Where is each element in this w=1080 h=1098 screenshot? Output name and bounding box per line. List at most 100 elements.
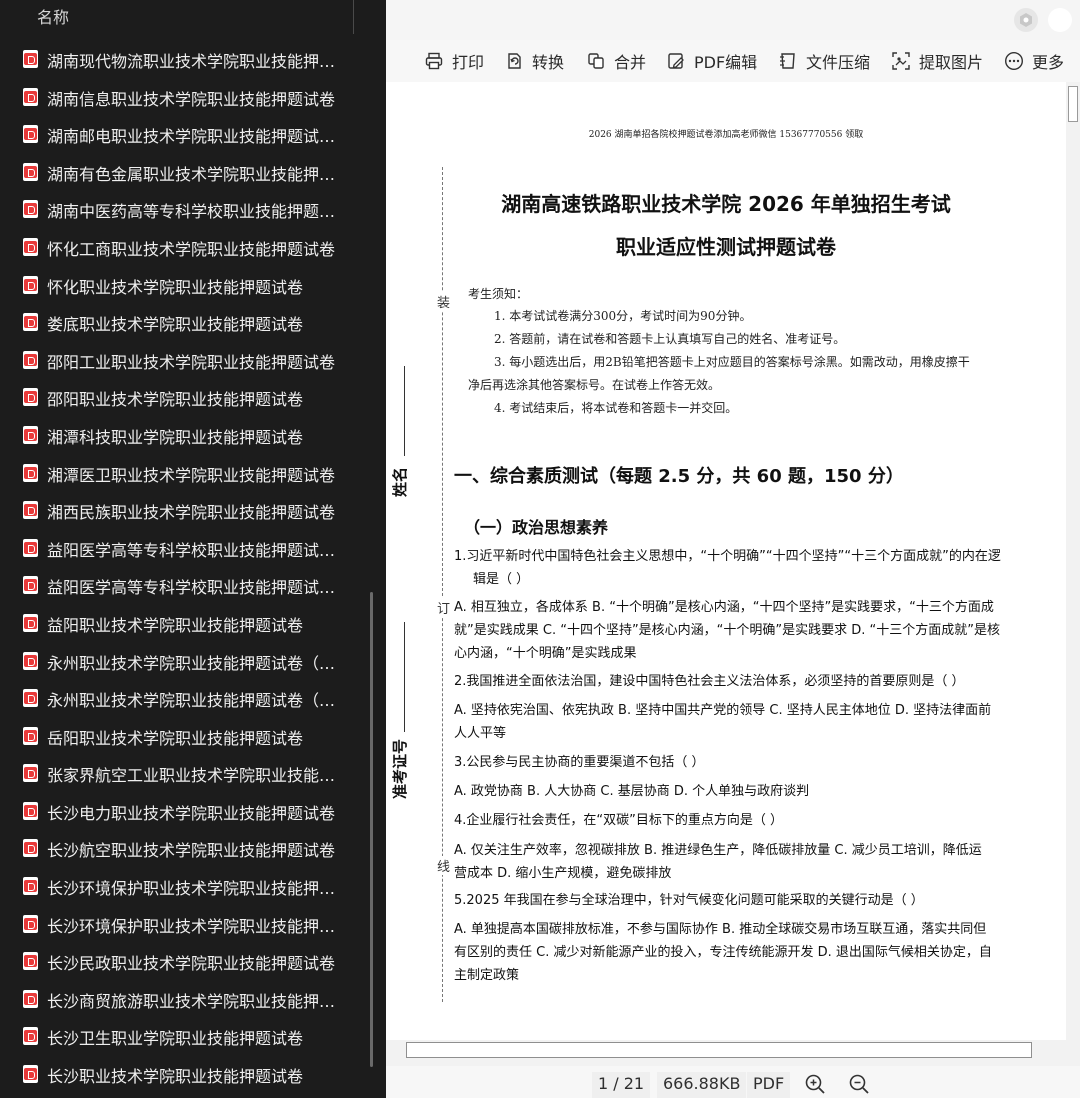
pdf-file-icon [23, 839, 38, 858]
question-4-options: A. 仅关注生产效率，忽视碳排放 B. 推进绿色生产，降低碳排放量 C. 减少员… [454, 843, 982, 858]
merge-label: 合并 [614, 53, 647, 72]
extract-image-icon [892, 52, 910, 70]
question-5-options: A. 单独提高本国碳排放标准，不参与国际协作 B. 推动全球碳交易市场互联互通，… [454, 922, 987, 937]
pdf-edit-icon [668, 53, 684, 69]
notice-item: 净后再选涂其他答案标号。在试卷上作答无效。 [468, 378, 721, 392]
file-list-item[interactable]: 益阳职业技术学院职业技能押题试卷 [0, 604, 370, 642]
page-header-note: 2026 湖南单招各院校押题试卷添加高老师微信 15367770556 领取 [588, 130, 864, 140]
pdf-file-icon [23, 764, 38, 783]
subsection-heading: （一）政治思想素养 [464, 518, 609, 537]
file-list-item[interactable]: 长沙环境保护职业技术学院职业技能押题... [0, 905, 370, 943]
file-format: PDF [747, 1072, 791, 1098]
convert-button[interactable]: 转换 [504, 49, 564, 73]
file-list-item[interactable]: 益阳医学高等专科学校职业技能押题试卷... [0, 529, 370, 567]
file-list-item[interactable]: 湖南信息职业技术学院职业技能押题试卷 [0, 78, 370, 116]
file-name: 邵阳工业职业技术学院职业技能押题试卷 [47, 352, 336, 372]
question-1-cont: 辑是（ ） [473, 572, 530, 587]
file-name: 益阳职业技术学院职业技能押题试卷 [47, 615, 304, 635]
gutter-mark-zhuang: 装 [437, 292, 451, 311]
page-indicator[interactable]: 1 / 21 [592, 1072, 651, 1098]
file-list-item[interactable]: 永州职业技术学院职业技能押题试卷（中... [0, 679, 370, 717]
user-avatar[interactable] [1048, 8, 1072, 32]
notice-item: 4. 考试结束后，将本试卷和答题卡一并交回。 [494, 401, 738, 415]
notice-item: 3. 每小题选出后，用2B铅笔把答题卡上对应题目的答案标号涂黑。如需改动，用橡皮… [494, 355, 970, 369]
question-1: 1.习近平新时代中国特色社会主义思想中，“十个明确”“十四个坚持”“十三个方面成… [454, 549, 1001, 564]
file-name: 长沙民政职业技术学院职业技能押题试卷 [47, 954, 336, 974]
question-2-options: A. 坚持依宪治国、依宪执政 B. 坚持中国共产党的领导 C. 坚持人民主体地位… [454, 703, 992, 718]
file-list-item[interactable]: 湖南有色金属职业技术学院职业技能押题... [0, 153, 370, 191]
file-name: 永州职业技术学院职业技能押题试卷（普... [47, 653, 347, 673]
question-1-options-cont: 心内涵，“十个明确”是实践成果 [454, 646, 637, 661]
pdf-file-icon [23, 388, 38, 407]
file-name: 长沙环境保护职业技术学院职业技能押题... [47, 879, 347, 899]
column-divider[interactable] [353, 0, 354, 34]
file-name: 岳阳职业技术学院职业技能押题试卷 [47, 728, 304, 748]
notice-item: 2. 答题前，请在试卷和答题卡上认真填写自己的姓名、准考证号。 [494, 332, 846, 346]
file-list-item[interactable]: 邵阳工业职业技术学院职业技能押题试卷 [0, 341, 370, 379]
file-name: 邵阳职业技术学院职业技能押题试卷 [47, 390, 304, 410]
file-list-scrollbar[interactable] [370, 592, 373, 1067]
file-list-item[interactable]: 湘潭科技职业学院职业技能押题试卷 [0, 416, 370, 454]
gutter-mark-ding: 订 [437, 598, 451, 617]
file-list-item[interactable]: 永州职业技术学院职业技能押题试卷（普... [0, 642, 370, 680]
horizontal-scrollbar[interactable] [406, 1042, 1032, 1058]
sort-indicator-icon: ^ [186, 0, 195, 6]
file-list-item[interactable]: 娄底职业技术学院职业技能押题试卷 [0, 303, 370, 341]
convert-label: 转换 [532, 53, 565, 72]
merge-button[interactable]: 合并 [586, 49, 646, 73]
extract-images-button[interactable]: 提取图片 [891, 49, 983, 73]
pdf-edit-button[interactable]: PDF编辑 [666, 49, 757, 73]
printer-icon [425, 52, 443, 70]
name-underline [404, 366, 405, 456]
zoom-in-icon[interactable] [804, 1073, 826, 1095]
file-name: 怀化工商职业技术学院职业技能押题试卷 [47, 239, 336, 259]
compress-button[interactable]: 文件压缩 [778, 49, 870, 73]
file-list-item[interactable]: 长沙航空职业技术学院职业技能押题试卷 [0, 829, 370, 867]
vertical-scrollbar-thumb[interactable] [1068, 86, 1078, 122]
document-canvas[interactable]: 2026 湖南单招各院校押题试卷添加高老师微信 15367770556 领取 湖… [386, 82, 1080, 1040]
file-list-item[interactable]: 湖南邮电职业技术学院职业技能押题试卷... [0, 115, 370, 153]
zoom-out-icon[interactable] [848, 1073, 870, 1095]
file-list-item[interactable]: 湘西民族职业技术学院职业技能押题试卷 [0, 491, 370, 529]
file-list-item[interactable]: 长沙民政职业技术学院职业技能押题试卷 [0, 942, 370, 980]
pdf-file-icon [23, 125, 38, 144]
print-label: 打印 [452, 53, 485, 72]
file-list-item[interactable]: 长沙卫生职业学院职业技能押题试卷 [0, 1017, 370, 1055]
pdf-file-icon [23, 275, 38, 294]
question-2: 2.我国推进全面依法治国，建设中国特色社会主义法治体系，必须坚持的首要原则是（ … [454, 674, 965, 689]
file-name: 长沙航空职业技术学院职业技能押题试卷 [47, 841, 336, 861]
pdf-file-icon [23, 350, 38, 369]
more-button[interactable]: 更多 [1004, 49, 1064, 73]
print-button[interactable]: 打印 [424, 49, 484, 73]
pdf-file-icon [23, 313, 38, 332]
question-5: 5.2025 年我国在参与全球治理中，针对气候变化问题可能采取的关键行动是（ ） [454, 893, 924, 908]
file-list-item[interactable]: 长沙商贸旅游职业技术学院职业技能押题... [0, 980, 370, 1018]
pdf-viewer: 打印 转换 合并 PDF编辑 文件压缩 提取图片 更多 2026 湖南单招各院校… [386, 0, 1080, 1098]
pdf-file-icon [23, 463, 38, 482]
file-list-item[interactable]: 怀化工商职业技术学院职业技能押题试卷 [0, 228, 370, 266]
file-list-item[interactable]: 长沙电力职业技术学院职业技能押题试卷 [0, 792, 370, 830]
pdf-file-icon [23, 425, 38, 444]
file-list-item[interactable]: 长沙职业技术学院职业技能押题试卷 [0, 1055, 370, 1093]
settings-hex-icon[interactable] [1014, 8, 1038, 32]
file-list-item[interactable]: 湘潭医卫职业技术学院职业技能押题试卷 [0, 454, 370, 492]
file-list-item[interactable]: 张家界航空工业职业技术学院职业技能押... [0, 754, 370, 792]
file-list-item[interactable]: 湖南现代物流职业技术学院职业技能押题... [0, 40, 370, 78]
exam-id-field-label: 准考证号 [391, 738, 409, 799]
pdf-file-icon [23, 989, 38, 1008]
file-name: 湘西民族职业技术学院职业技能押题试卷 [47, 503, 336, 523]
file-list-item[interactable]: 邵阳职业技术学院职业技能押题试卷 [0, 378, 370, 416]
file-list-item[interactable]: 岳阳职业技术学院职业技能押题试卷 [0, 717, 370, 755]
file-list-item[interactable]: 怀化职业技术学院职业技能押题试卷 [0, 266, 370, 304]
file-list-item[interactable]: 湖南中医药高等专科学校职业技能押题试... [0, 190, 370, 228]
pdf-file-icon [23, 801, 38, 820]
pdf-file-icon [23, 952, 38, 971]
question-4-options-cont: 营成本 D. 缩小生产规模，避免碳排放 [454, 866, 672, 881]
document-subtitle: 职业适应性测试押题试卷 [616, 235, 836, 259]
file-list-item[interactable]: 长沙环境保护职业技术学院职业技能押题... [0, 867, 370, 905]
file-name: 长沙电力职业技术学院职业技能押题试卷 [47, 803, 336, 823]
column-header-name[interactable]: 名称 [37, 4, 69, 28]
file-name: 湖南邮电职业技术学院职业技能押题试卷... [47, 127, 347, 147]
file-list-item[interactable]: 益阳医学高等专科学校职业技能押题试卷... [0, 566, 370, 604]
pdf-file-icon [23, 726, 38, 745]
